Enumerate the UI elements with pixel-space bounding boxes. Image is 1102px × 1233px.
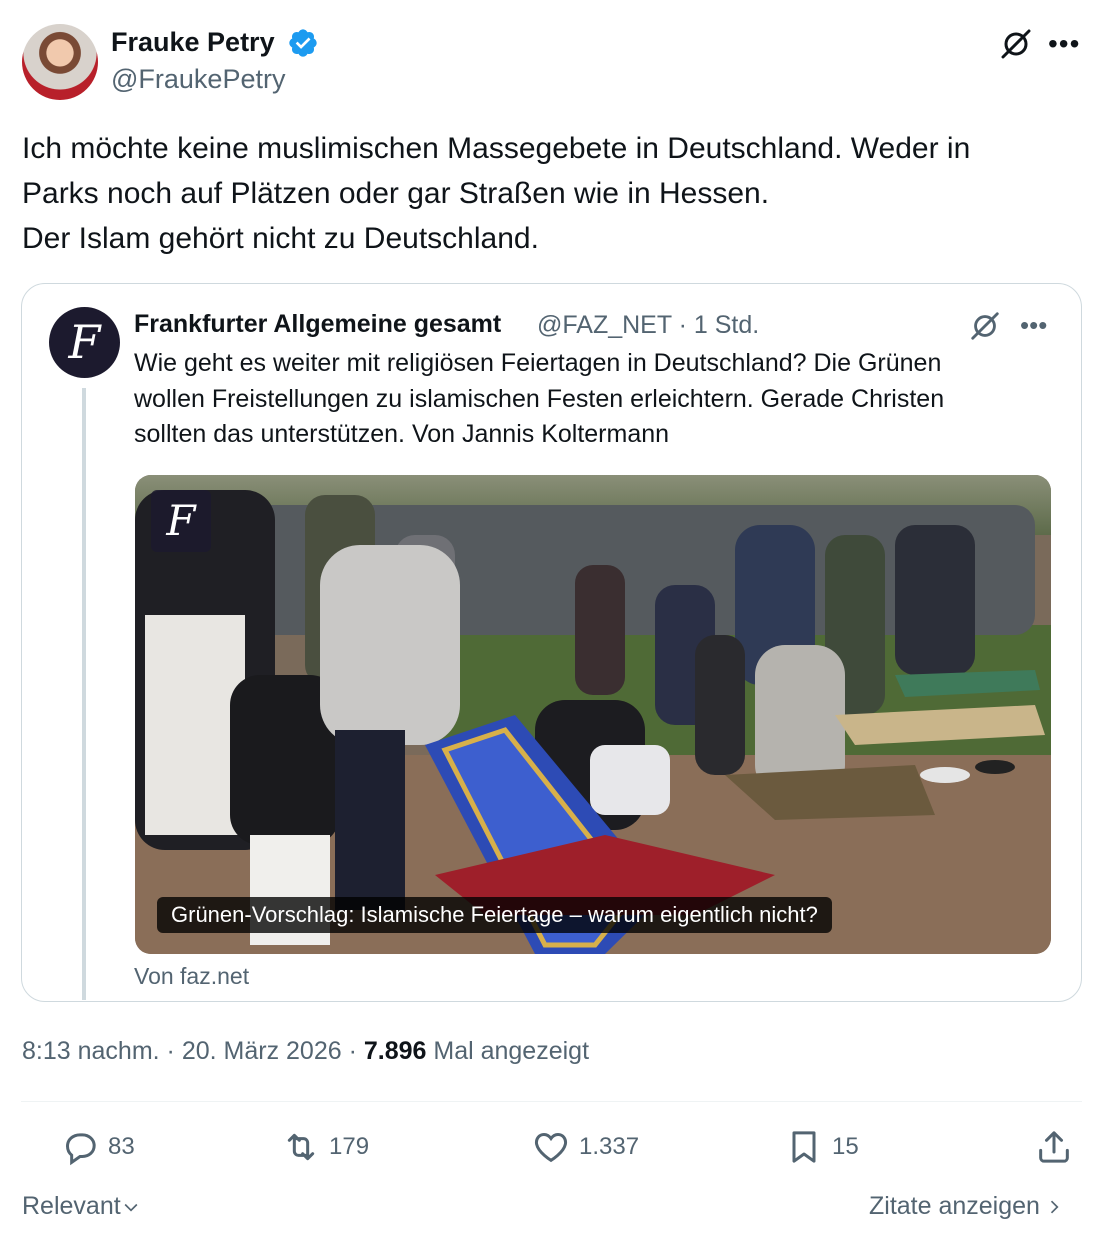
tweet-time[interactable]: 8:13 nachm. [22,1037,160,1065]
quotes-label: Zitate anzeigen [869,1192,1040,1220]
like-button[interactable]: 1.337 [531,1126,639,1168]
tweet-text: Ich möchte keine muslimischen Massegebet… [22,126,1082,261]
article-image[interactable] [135,475,1051,954]
chevron-down-icon [124,1203,138,1212]
author-name[interactable]: Frauke Petry [111,27,275,58]
more-options-icon[interactable]: ••• [1048,28,1080,60]
chevron-right-icon [1050,1200,1059,1214]
faz-logo: F [151,490,211,552]
share-button[interactable] [1034,1126,1074,1168]
link-source[interactable]: Von faz.net [134,963,249,990]
tweet-date[interactable]: 20. März 2026 [182,1037,342,1065]
grok-icon[interactable] [968,309,1002,343]
repost-button[interactable]: 179 [281,1126,369,1168]
verified-badge-icon [289,29,317,57]
quoted-line: sollten das unterstützen. Von Jannis Kol… [134,420,670,448]
quoted-text: Wie geht es weiter mit religiösen Feiert… [134,346,1054,453]
sort-dropdown[interactable]: Relevant [22,1192,141,1221]
thread-line [82,388,86,1000]
view-count: 7.896 [363,1037,427,1065]
like-count: 1.337 [579,1133,640,1160]
quoted-author-name[interactable]: Frankfurter Allgemeine gesamt [134,310,501,339]
bookmark-count: 15 [832,1133,859,1160]
sort-label: Relevant [22,1192,121,1220]
bookmark-button[interactable]: 15 [784,1126,859,1168]
separator: · [159,1037,182,1065]
reply-count: 83 [108,1133,135,1160]
separator: · [341,1037,364,1065]
reply-icon [65,1133,96,1166]
grok-icon[interactable] [998,26,1034,62]
author-avatar[interactable] [22,24,98,100]
reply-button[interactable]: 83 [60,1126,135,1168]
more-options-icon[interactable]: ••• [1020,310,1047,341]
quoted-line: Wie geht es weiter mit religiösen Feiert… [134,349,942,377]
views-label: Mal angezeigt [426,1037,590,1065]
tweet-meta: 8:13 nachm. · 20. März 2026 · 7.896 Mal … [22,1037,589,1066]
heart-icon [534,1132,568,1163]
quoted-handle-time[interactable]: @FAZ_NET · 1 Std. [537,311,759,340]
tweet-line: Parks noch auf Plätzen oder gar Straßen … [22,177,770,210]
divider [21,1101,1082,1102]
quoted-avatar[interactable]: F [49,307,120,378]
image-caption: Grünen-Vorschlag: Islamische Feiertage –… [157,897,832,933]
tweet-line: Der Islam gehört nicht zu Deutschland. [22,222,539,255]
tweet-line: Ich möchte keine muslimischen Massegebet… [22,132,971,165]
repost-count: 179 [329,1133,370,1160]
bookmark-icon [792,1131,816,1163]
share-icon [1039,1131,1069,1163]
author-handle[interactable]: @FraukePetry [111,64,285,95]
view-quotes-link[interactable]: Zitate anzeigen [869,1192,1064,1221]
repost-icon [287,1133,315,1161]
quoted-line: wollen Freistellungen zu islamischen Fes… [134,384,945,413]
